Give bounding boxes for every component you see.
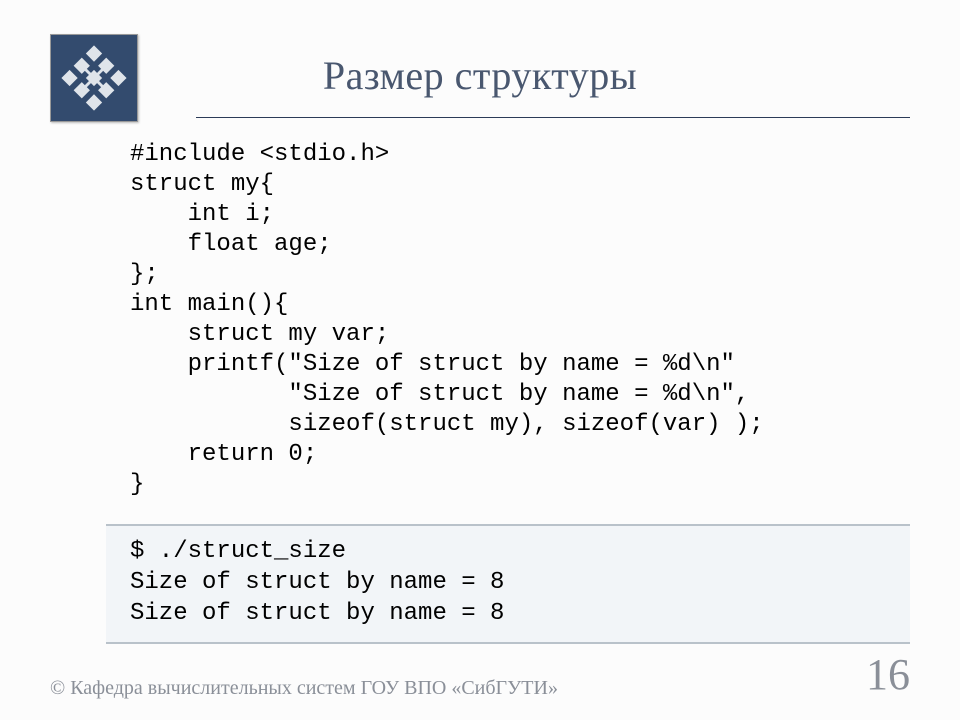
slide-footer: © Кафедра вычислительных систем ГОУ ВПО … bbox=[50, 649, 910, 700]
org-logo-icon bbox=[50, 34, 138, 122]
slide-header: Размер структуры bbox=[0, 0, 960, 118]
title-divider bbox=[196, 117, 910, 118]
slide: Размер структуры #include <stdio.h> stru… bbox=[0, 0, 960, 720]
copyright-text: © Кафедра вычислительных систем ГОУ ВПО … bbox=[50, 677, 558, 700]
slide-title: Размер структуры bbox=[50, 34, 910, 109]
output-block: $ ./struct_size Size of struct by name =… bbox=[106, 524, 910, 644]
page-number: 16 bbox=[866, 649, 910, 700]
output-text: $ ./struct_size Size of struct by name =… bbox=[130, 536, 886, 630]
code-block: #include <stdio.h> struct my{ int i; flo… bbox=[130, 140, 960, 500]
